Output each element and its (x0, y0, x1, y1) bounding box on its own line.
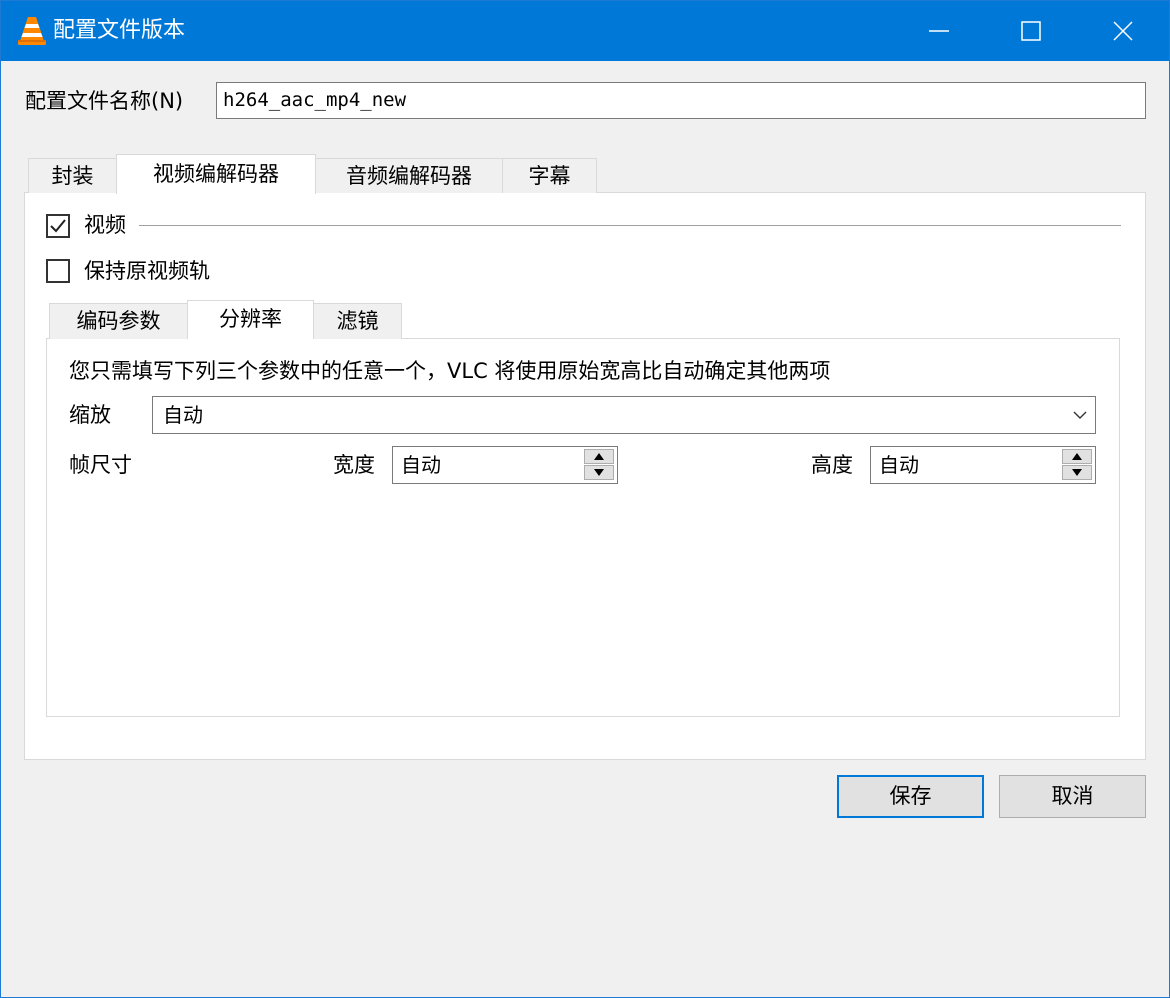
height-label: 高度 (811, 453, 853, 477)
scale-label: 缩放 (69, 403, 111, 427)
save-button[interactable]: 保存 (837, 775, 984, 818)
checkmark-icon (50, 219, 66, 233)
height-spinbox[interactable]: 自动 (870, 446, 1096, 484)
width-increment-button[interactable] (584, 449, 614, 464)
triangle-down-icon (594, 469, 604, 476)
height-decrement-button[interactable] (1062, 465, 1092, 480)
scale-dropdown-value: 自动 (163, 403, 203, 427)
chevron-down-icon (1073, 411, 1087, 419)
profile-name-label: 配置文件名称(N) (25, 89, 184, 113)
maximize-button[interactable] (985, 1, 1077, 61)
close-button[interactable] (1077, 1, 1169, 61)
width-spin-buttons (584, 449, 614, 481)
close-icon (1113, 21, 1133, 41)
minimize-icon (929, 30, 949, 32)
width-spinbox[interactable]: 自动 (392, 446, 618, 484)
minimize-button[interactable] (893, 1, 985, 61)
tab-video-codec[interactable]: 视频编解码器 (116, 154, 316, 194)
window-title: 配置文件版本 (53, 18, 186, 43)
height-value: 自动 (879, 453, 919, 477)
vlc-cone-icon (17, 15, 47, 47)
subtab-resolution[interactable]: 分辨率 (187, 300, 314, 339)
subtab-panel (46, 338, 1120, 717)
height-increment-button[interactable] (1062, 449, 1092, 464)
video-checkbox[interactable] (46, 214, 70, 238)
tab-audio-codec[interactable]: 音频编解码器 (315, 158, 503, 193)
cancel-button[interactable]: 取消 (999, 775, 1146, 818)
keep-original-track-label[interactable]: 保持原视频轨 (84, 257, 210, 285)
width-decrement-button[interactable] (584, 465, 614, 480)
profile-dialog: 配置文件版本 配置文件名称(N) h264_aac_mp4_new 封装 视频编… (0, 0, 1170, 998)
tab-subtitles[interactable]: 字幕 (502, 158, 597, 193)
tab-encapsulation[interactable]: 封装 (28, 158, 117, 193)
maximize-icon (1021, 21, 1041, 41)
subtab-encoding-params[interactable]: 编码参数 (49, 303, 188, 339)
profile-name-input[interactable]: h264_aac_mp4_new (216, 82, 1146, 119)
resolution-info-text: 您只需填写下列三个参数中的任意一个，VLC 将使用原始宽高比自动确定其他两项 (69, 359, 831, 383)
width-label: 宽度 (333, 453, 375, 477)
group-divider (139, 225, 1121, 226)
keep-original-track-checkbox[interactable] (46, 259, 70, 283)
height-spin-buttons (1062, 449, 1092, 481)
frame-size-label: 帧尺寸 (69, 453, 132, 477)
triangle-down-icon (1072, 469, 1082, 476)
triangle-up-icon (1072, 453, 1082, 460)
scale-dropdown[interactable]: 自动 (152, 396, 1096, 434)
triangle-up-icon (594, 453, 604, 460)
subtab-filters[interactable]: 滤镜 (313, 303, 402, 339)
video-checkbox-label[interactable]: 视频 (84, 211, 126, 239)
title-bar[interactable]: 配置文件版本 (1, 1, 1169, 61)
width-value: 自动 (401, 453, 441, 477)
